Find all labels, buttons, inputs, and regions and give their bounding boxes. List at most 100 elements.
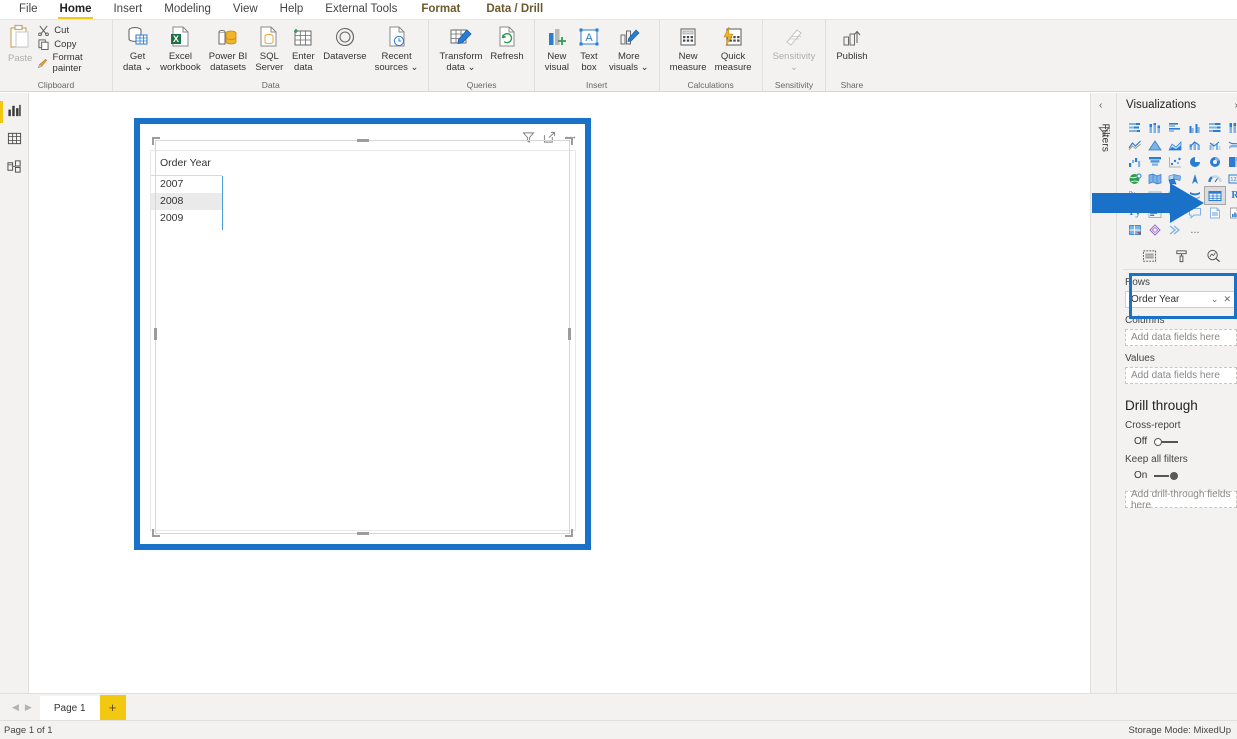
viz-more-visuals-ellipsis[interactable]: ... — [1185, 221, 1205, 238]
format-painter-button[interactable]: Format painter — [37, 52, 106, 74]
new-visual-button[interactable]: New visual — [541, 22, 573, 73]
sidebar-item-data-view[interactable] — [0, 126, 29, 154]
ribbon-tab-help[interactable]: Help — [269, 0, 315, 19]
get-data-button[interactable]: Get data ⌄ — [119, 22, 156, 73]
close-icon[interactable]: ✕ — [1223, 294, 1231, 305]
viz-power-apps-visual[interactable] — [1125, 221, 1145, 238]
add-page-button[interactable]: + — [99, 695, 126, 720]
quick-measure-button[interactable]: Quick measure — [711, 22, 756, 73]
viz-card-visual[interactable]: 123 — [1225, 170, 1237, 187]
chevron-left-icon[interactable]: ◀ — [12, 702, 19, 713]
powerbi-datasets-button[interactable]: Power BI datasets — [205, 22, 252, 73]
viz-arrow-visual[interactable] — [1165, 221, 1185, 238]
text-box-button[interactable]: A Text box — [573, 22, 605, 73]
viz-line-stacked-column-chart[interactable] — [1185, 136, 1205, 153]
viz-area-chart[interactable] — [1145, 136, 1165, 153]
sql-server-button[interactable]: SQL Server — [251, 22, 287, 73]
viz-stacked-column-chart[interactable] — [1145, 119, 1165, 136]
matrix-visual-body[interactable]: Order Year 2007 2008 2009 — [150, 150, 576, 531]
copy-button[interactable]: Copy — [37, 38, 106, 51]
viz-multi-row-card-visual[interactable]: Py — [1125, 187, 1145, 204]
new-measure-button[interactable]: New measure — [666, 22, 711, 73]
cut-button[interactable]: Cut — [37, 24, 106, 37]
refresh-button[interactable]: Refresh — [486, 22, 527, 63]
transform-data-button[interactable]: Transform data ⌄ — [435, 22, 486, 73]
viz-stacked-area-chart[interactable] — [1165, 136, 1185, 153]
keep-all-filters-toggle-row[interactable]: On — [1134, 470, 1237, 481]
columns-well-dropzone[interactable]: Add data fields here — [1125, 329, 1237, 346]
table-row[interactable]: 2009 — [151, 210, 222, 227]
viz-python-script-visual[interactable]: Py — [1125, 204, 1145, 221]
chevron-down-icon[interactable]: ⌄ — [1211, 294, 1219, 305]
values-well-dropzone[interactable]: Add data fields here — [1125, 367, 1237, 384]
viz-slicer-visual[interactable] — [1165, 187, 1185, 204]
viz-stacked-bar-chart[interactable] — [1125, 119, 1145, 136]
table-row[interactable]: 2007 — [151, 176, 222, 193]
sidebar-item-report-view[interactable] — [0, 98, 29, 126]
more-visuals-button[interactable]: More visuals ⌄ — [605, 22, 653, 73]
viz-donut-chart[interactable] — [1205, 153, 1225, 170]
page-tab-page-1[interactable]: Page 1 — [39, 696, 100, 720]
focus-mode-icon[interactable] — [543, 131, 556, 144]
ribbon-tab-modeling[interactable]: Modeling — [153, 0, 222, 19]
ribbon-tab-data-drill[interactable]: Data / Drill — [475, 0, 555, 19]
viz-arcgis-map-visual[interactable] — [1185, 170, 1205, 187]
cross-report-toggle-row[interactable]: Off — [1134, 436, 1237, 447]
viz-shape-map-visual[interactable] — [1165, 170, 1185, 187]
viz-matrix-visual[interactable] — [1204, 186, 1226, 205]
viz-treemap-chart[interactable] — [1225, 153, 1237, 170]
table-row[interactable]: 2008 — [151, 193, 222, 210]
enter-data-button[interactable]: Enter data — [287, 22, 319, 73]
viz-pie-chart[interactable] — [1185, 153, 1205, 170]
ribbon-tab-insert[interactable]: Insert — [102, 0, 153, 19]
excel-workbook-button[interactable]: X Excel workbook — [156, 22, 205, 73]
matrix-visual-container[interactable]: Order Year 2007 2008 2009 — [145, 129, 580, 539]
viz-clustered-column-chart[interactable] — [1185, 119, 1205, 136]
rows-well-field[interactable]: Order Year ⌄ ✕ — [1125, 291, 1237, 308]
ribbon-tab-external-tools[interactable]: External Tools — [314, 0, 408, 19]
viz-100-stacked-bar-chart[interactable] — [1205, 119, 1225, 136]
viz-table-visual[interactable] — [1185, 187, 1205, 204]
ribbon-tab-home[interactable]: Home — [49, 0, 103, 19]
fields-list-icon[interactable] — [1140, 248, 1158, 264]
filters-pane-collapsed[interactable]: ‹ Filters — [1091, 93, 1117, 693]
dataverse-button[interactable]: Dataverse — [319, 22, 370, 63]
viz-line-clustered-column-chart[interactable] — [1205, 136, 1225, 153]
viz-clustered-bar-chart[interactable] — [1165, 119, 1185, 136]
viz-100-stacked-column-chart[interactable] — [1225, 119, 1237, 136]
chevron-right-icon[interactable]: ▶ — [25, 702, 32, 713]
viz-key-influencers-visual[interactable] — [1145, 204, 1165, 221]
viz-gauge-visual[interactable] — [1205, 170, 1225, 187]
viz-ribbon-chart[interactable] — [1225, 136, 1237, 153]
viz-waterfall-chart[interactable] — [1125, 153, 1145, 170]
viz-map-visual[interactable] — [1125, 170, 1145, 187]
column-resize-handle[interactable] — [222, 176, 223, 230]
ribbon-tab-view[interactable]: View — [222, 0, 269, 19]
canvas-surface[interactable]: Order Year 2007 2008 2009 — [29, 93, 1090, 693]
recent-sources-button[interactable]: Recent sources ⌄ — [371, 22, 423, 73]
viz-power-automate-visual[interactable] — [1145, 221, 1165, 238]
sensitivity-button[interactable]: Sensitivity ⌄ — [769, 22, 820, 73]
matrix-column-header[interactable]: Order Year — [151, 151, 222, 176]
cross-report-toggle[interactable] — [1154, 436, 1179, 447]
drill-through-dropzone[interactable]: Add drill-through fields here — [1125, 489, 1237, 511]
filter-icon[interactable] — [522, 131, 535, 144]
ribbon-tab-file[interactable]: File — [8, 0, 49, 19]
viz-line-chart[interactable] — [1125, 136, 1145, 153]
chevron-left-icon[interactable]: ‹ — [1099, 100, 1102, 111]
keep-all-filters-toggle[interactable] — [1154, 470, 1179, 481]
viz-kpi-visual[interactable] — [1145, 187, 1165, 204]
report-canvas[interactable]: Order Year 2007 2008 2009 — [29, 93, 1091, 693]
sidebar-item-model-view[interactable] — [0, 154, 29, 182]
publish-button[interactable]: Publish — [832, 22, 871, 63]
viz-decomposition-tree-visual[interactable] — [1165, 204, 1185, 221]
viz-r-script-visual[interactable]: R — [1225, 187, 1237, 204]
more-options-icon[interactable] — [564, 131, 577, 144]
viz-paginated-report-visual[interactable] — [1225, 204, 1237, 221]
viz-scatter-chart[interactable] — [1165, 153, 1185, 170]
viz-qna-visual[interactable] — [1185, 204, 1205, 221]
viz-filled-map-visual[interactable] — [1145, 170, 1165, 187]
viz-funnel-chart[interactable] — [1145, 153, 1165, 170]
analytics-magnifier-icon[interactable] — [1204, 248, 1222, 264]
paste-button[interactable]: Paste — [6, 22, 37, 64]
